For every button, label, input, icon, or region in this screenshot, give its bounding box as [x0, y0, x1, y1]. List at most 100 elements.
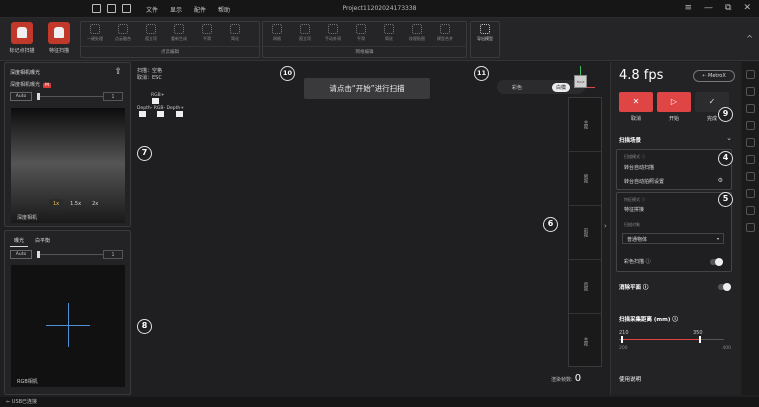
view-cube[interactable]: Front: [574, 75, 587, 88]
tool-texture[interactable]: 纹理贴图: [403, 22, 431, 46]
feature-scan-button[interactable]: 特征扫描: [42, 22, 76, 57]
rgb-camera-view: RGB相机: [11, 265, 125, 387]
hamburger-menu-icon[interactable]: ≡: [684, 3, 692, 13]
rgb-plus-button[interactable]: [152, 98, 159, 104]
tool-mesh[interactable]: 网格: [263, 22, 291, 46]
tool-icon[interactable]: [746, 206, 755, 215]
tool-icon[interactable]: [746, 121, 755, 130]
view-thumb[interactable]: 后视: [569, 260, 601, 314]
dropdown-icon: ▾: [716, 236, 719, 241]
export-group: 导出模型: [470, 21, 500, 58]
view-thumb[interactable]: 俯视: [569, 152, 601, 206]
tool-smooth[interactable]: 平滑: [193, 22, 221, 46]
annotation-5: 5: [718, 192, 733, 207]
tool-fusion[interactable]: 点云融合: [109, 22, 137, 46]
tool-icon[interactable]: [746, 172, 755, 181]
annotation-7: 7: [137, 146, 152, 161]
menu-help[interactable]: 帮助: [218, 5, 230, 14]
chevron-down-icon[interactable]: ⌄: [726, 134, 732, 142]
feature-mode-select[interactable]: 特征拼接: [624, 206, 644, 213]
tool-simplify[interactable]: 简化: [221, 22, 249, 46]
depth-exposure-title: 深度相机曝光: [10, 70, 41, 76]
settings-icon[interactable]: ⚙: [718, 177, 723, 184]
tool-mesh-simplify[interactable]: 简化: [375, 22, 403, 46]
export-icon[interactable]: ⇪: [114, 67, 122, 77]
close-icon[interactable]: ✕: [743, 3, 751, 13]
maximize-icon[interactable]: ⧉: [725, 3, 731, 13]
tool-one-click[interactable]: 一键处理: [81, 22, 109, 46]
tool-fill-hole[interactable]: 手动补洞: [319, 22, 347, 46]
tool-mesh-isolated[interactable]: 孤立项: [291, 22, 319, 46]
annotation-4: 4: [718, 151, 733, 166]
axis-gizmo[interactable]: Front: [568, 66, 596, 96]
feature-mode-box: 特征模式 ⓘ 特征拼接 扫描对象 普通物体 ▾ 彩色扫描 ⓘ: [616, 192, 732, 272]
tab-white-balance[interactable]: 白平衡: [31, 235, 54, 247]
tool-icon[interactable]: [746, 70, 755, 79]
distance-max-handle[interactable]: [699, 336, 701, 343]
home-icon[interactable]: [92, 4, 101, 13]
tool-icon[interactable]: [746, 87, 755, 96]
view-thumb[interactable]: 主视: [569, 98, 601, 152]
pointcloud-edit-group: 一键处理 点云融合 孤立项 重新生成 平滑 简化 点云编辑: [80, 21, 260, 58]
slider-handle[interactable]: [37, 251, 40, 258]
tool-merge[interactable]: 模型合并: [431, 22, 459, 46]
minimize-icon[interactable]: —: [704, 3, 713, 13]
scan-mode-label: 扫描模式 ⓘ: [624, 154, 646, 159]
menu-accessories[interactable]: 配件: [194, 5, 206, 14]
collapse-ribbon-icon[interactable]: ^: [746, 34, 753, 43]
marker-scan-button[interactable]: 标记点扫描: [5, 22, 39, 57]
tool-icon[interactable]: [746, 223, 755, 232]
tab-exposure[interactable]: 曝光: [10, 235, 29, 247]
tool-icon[interactable]: [746, 189, 755, 198]
rgb-exposure-slider[interactable]: Auto 1: [10, 250, 127, 259]
zoom-1x[interactable]: 1x: [49, 199, 64, 209]
tool-icon[interactable]: [746, 138, 755, 147]
auto-toggle[interactable]: Auto: [10, 250, 32, 259]
annotation-11: 11: [474, 66, 489, 81]
tool-isolated[interactable]: 孤立项: [137, 22, 165, 46]
remove-plane-toggle[interactable]: [718, 283, 731, 291]
tool-icon[interactable]: [746, 155, 755, 164]
help-link[interactable]: 使用说明: [619, 375, 641, 383]
process-icon: [90, 24, 100, 34]
right-icon-column: [742, 62, 759, 395]
slider-handle[interactable]: [37, 93, 40, 100]
depth-exposure-slider[interactable]: Auto 1: [10, 92, 127, 101]
menu-view[interactable]: 显示: [170, 5, 182, 14]
annotation-9: 9: [718, 107, 733, 122]
view-thumb[interactable]: 前视: [569, 206, 601, 260]
depth-plus-button[interactable]: [175, 111, 183, 117]
save-icon[interactable]: [107, 4, 116, 13]
scan-object-select[interactable]: 普通物体 ▾: [622, 233, 724, 244]
chevron-right-icon[interactable]: ›: [604, 222, 607, 230]
menu-file[interactable]: 文件: [146, 5, 158, 14]
exposure-value-stepper[interactable]: 1: [103, 92, 123, 101]
usb-status: USB已连接: [11, 399, 38, 405]
rgb-view-label: RGB相机: [17, 379, 38, 385]
annotation-10: 10: [280, 66, 295, 81]
open-folder-icon[interactable]: [122, 4, 131, 13]
view-thumb[interactable]: 主视: [569, 314, 601, 368]
range-low: 200: [619, 346, 628, 351]
distance-min-handle[interactable]: [621, 336, 623, 343]
cancel-button[interactable]: ✕: [619, 92, 653, 112]
color-scan-toggle[interactable]: [710, 258, 723, 266]
start-button[interactable]: ▷: [657, 92, 691, 112]
tool-mesh-smooth[interactable]: 平滑: [347, 22, 375, 46]
isolated-icon: [146, 24, 156, 34]
zoom-2x[interactable]: 2x: [88, 199, 102, 209]
zoom-1-5x[interactable]: 1.5x: [66, 199, 85, 209]
auto-toggle[interactable]: Auto: [10, 92, 32, 101]
manual-badge[interactable]: M: [43, 83, 51, 88]
tool-regenerate[interactable]: 重新生成: [165, 22, 193, 46]
tool-icon[interactable]: [746, 104, 755, 113]
tool-export-model[interactable]: 导出模型: [471, 22, 499, 46]
scan-mode-select[interactable]: 转台自动扫描: [624, 164, 654, 171]
depth-minus-button[interactable]: [139, 111, 146, 117]
device-button[interactable]: ⇠ MetroX: [693, 70, 735, 82]
turntable-settings[interactable]: 转台自动拍照设置: [624, 178, 664, 185]
rgb-minus-button[interactable]: [157, 111, 165, 117]
exposure-value-stepper[interactable]: 1: [103, 250, 123, 259]
scan-mode-box: 扫描模式 ⓘ 转台自动扫描 转台自动拍照设置 ⚙: [616, 149, 732, 190]
render-color[interactable]: 彩色: [512, 84, 522, 91]
